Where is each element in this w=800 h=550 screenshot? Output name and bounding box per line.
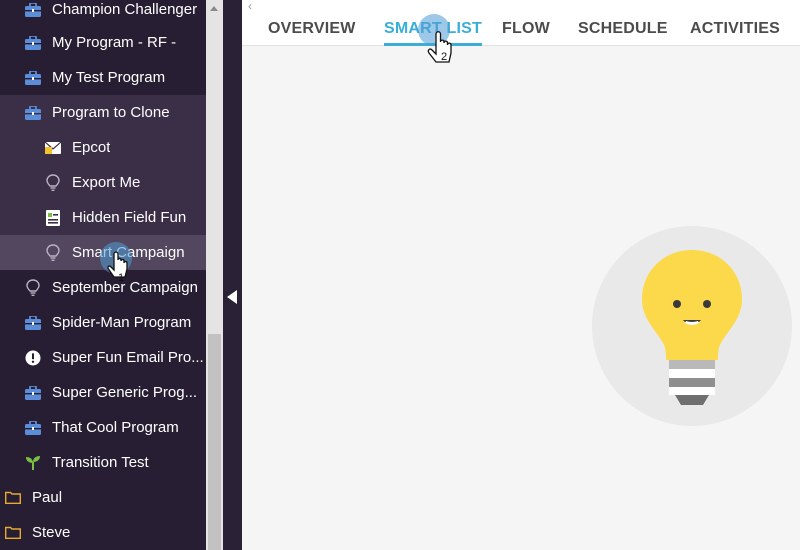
tree-item-folder-steve[interactable]: Steve <box>0 515 206 550</box>
form-icon <box>44 209 62 227</box>
tree-item-folder-paul[interactable]: Paul <box>0 480 206 515</box>
program-briefcase-icon <box>24 314 42 332</box>
scrollbar-thumb[interactable] <box>208 334 221 550</box>
main-panel: ‹ OVERVIEW SMART LIST FLOW SCHEDULE ACTI… <box>242 0 800 550</box>
folder-icon <box>4 524 22 542</box>
alert-circle-icon <box>24 349 42 367</box>
program-briefcase-icon <box>24 1 42 19</box>
collapse-sidebar-strip[interactable] <box>223 0 242 550</box>
program-briefcase-icon <box>24 384 42 402</box>
tree-item-label: Export Me <box>72 174 141 191</box>
tree-item-champion-challenger[interactable]: Champion Challenger <box>0 0 206 27</box>
tree-item-super-generic-program[interactable]: Super Generic Prog... <box>0 375 206 410</box>
smart-campaign-bulb-icon <box>44 173 62 192</box>
tab-bar: ‹ OVERVIEW SMART LIST FLOW SCHEDULE ACTI… <box>242 0 800 46</box>
tree-item-super-fun-email-program[interactable]: Super Fun Email Pro... <box>0 340 206 375</box>
tree-item-label: My Test Program <box>52 69 166 86</box>
tree-item-transition-test[interactable]: Transition Test <box>0 445 206 480</box>
folder-icon <box>4 489 22 507</box>
tree-item-label: That Cool Program <box>52 419 179 436</box>
smart-campaign-bulb-icon <box>24 278 42 297</box>
tree-item-hidden-field-fun[interactable]: Hidden Field Fun <box>0 200 206 235</box>
tree-item-program-to-clone[interactable]: Program to Clone <box>0 95 206 130</box>
tree-item-label: My Program - RF - <box>52 34 177 51</box>
program-briefcase-icon <box>24 104 42 122</box>
tab-overview[interactable]: OVERVIEW <box>268 20 356 46</box>
program-briefcase-icon <box>24 34 42 52</box>
tree-item-label: Super Generic Prog... <box>52 384 198 401</box>
click-marker-step-1: 1 <box>98 240 138 288</box>
tree-item-label: Champion Challenger <box>52 1 198 18</box>
tree-item-epcot[interactable]: Epcot <box>0 130 206 165</box>
tree-item-label: Epcot <box>72 139 111 156</box>
tree-item-label: Spider-Man Program <box>52 314 192 331</box>
tab-flow[interactable]: FLOW <box>502 20 550 46</box>
tree-item-label: Transition Test <box>52 454 149 471</box>
tree-item-spider-man-program[interactable]: Spider-Man Program <box>0 305 206 340</box>
tree-item-my-program-rf[interactable]: My Program - RF - <box>0 25 206 60</box>
tree-item-that-cool-program[interactable]: That Cool Program <box>0 410 206 445</box>
tree-item-label: Steve <box>32 524 71 541</box>
step-number: 2 <box>441 51 448 63</box>
nurture-sprout-icon <box>24 454 42 472</box>
step-number: 1 <box>118 272 125 284</box>
tab-schedule[interactable]: SCHEDULE <box>578 20 668 46</box>
tree-item-label: Program to Clone <box>52 104 170 121</box>
email-envelope-icon <box>44 139 62 157</box>
tree-item-label: Hidden Field Fun <box>72 209 187 226</box>
tab-activities[interactable]: ACTIVITIES <box>690 20 780 46</box>
tree-item-my-test-program[interactable]: My Test Program <box>0 60 206 95</box>
tree-item-label: Super Fun Email Pro... <box>52 349 204 366</box>
hand-cursor-icon <box>418 14 452 63</box>
collapse-left-arrow-icon[interactable] <box>227 290 237 304</box>
chevron-left-icon[interactable]: ‹ <box>248 0 252 13</box>
program-briefcase-icon <box>24 69 42 87</box>
tree-item-export-me[interactable]: Export Me <box>0 165 206 200</box>
smart-campaign-bulb-illustration <box>592 226 792 426</box>
scroll-up-arrow-icon[interactable] <box>210 6 218 11</box>
tree-item-label: Paul <box>32 489 63 506</box>
smart-campaign-bulb-icon <box>44 243 62 262</box>
click-marker-step-2: 2 <box>416 14 462 72</box>
sidebar-scrollbar[interactable] <box>206 0 223 550</box>
program-briefcase-icon <box>24 419 42 437</box>
